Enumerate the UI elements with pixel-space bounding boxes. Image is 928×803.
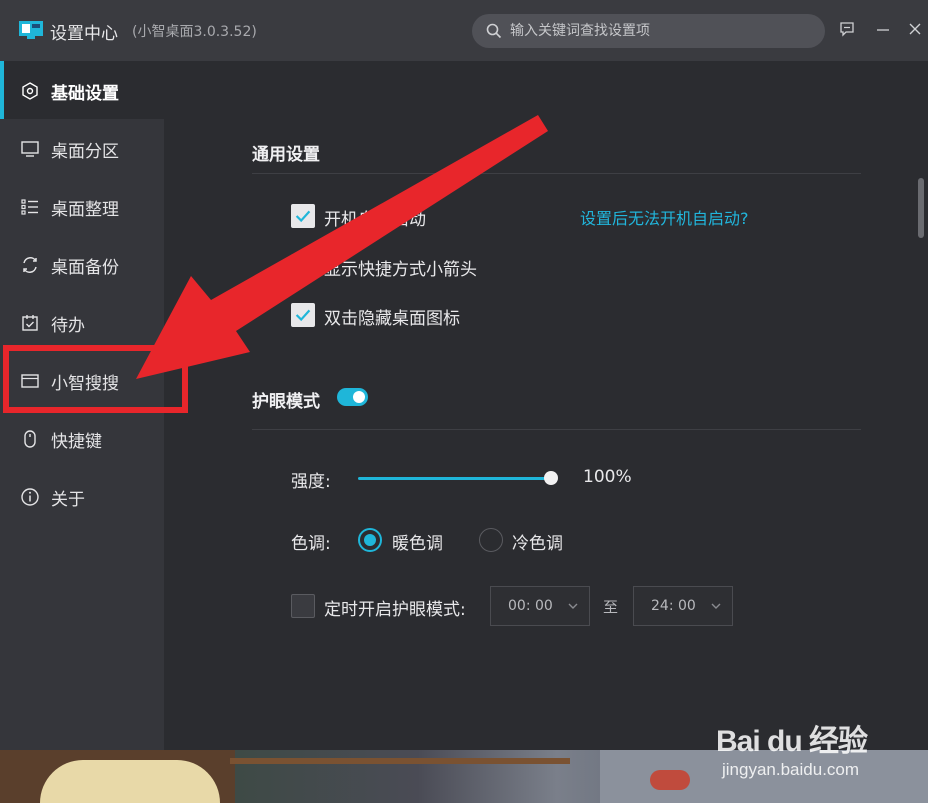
schedule-label: 定时开启护眼模式: bbox=[324, 600, 466, 620]
sidebar-item-label: 基础设置 bbox=[51, 84, 119, 104]
sidebar-item-basic-settings[interactable]: 基础设置 bbox=[0, 61, 164, 119]
strength-value: 100% bbox=[583, 467, 632, 487]
divider bbox=[252, 173, 861, 174]
calendar-check-icon bbox=[22, 315, 38, 331]
search-box[interactable] bbox=[472, 14, 825, 48]
start-time-select[interactable]: 00: 00 bbox=[490, 586, 590, 626]
sidebar-item-desktop-organize[interactable]: 桌面整理 bbox=[0, 177, 164, 235]
chevron-down-icon bbox=[568, 603, 578, 609]
sync-icon bbox=[23, 257, 37, 273]
cool-tone-label[interactable]: 冷色调 bbox=[512, 529, 563, 554]
settings-hex-icon bbox=[22, 82, 38, 100]
option-label: 显示快捷方式小箭头 bbox=[324, 260, 477, 280]
sidebar-item-label: 待办 bbox=[51, 316, 85, 336]
start-time-value: 00: 00 bbox=[508, 598, 553, 614]
wallpaper-detail bbox=[650, 770, 690, 790]
search-icon bbox=[486, 23, 502, 39]
sidebar-item-label: 桌面备份 bbox=[51, 258, 119, 278]
radio-warm-tone[interactable] bbox=[358, 528, 382, 552]
help-link[interactable]: 设置后无法开机自启动? bbox=[580, 205, 749, 229]
end-time-value: 24: 00 bbox=[651, 598, 696, 614]
warm-tone-label[interactable]: 暖色调 bbox=[392, 529, 443, 554]
title-bar: 设置中心 (小智桌面3.0.3.52) bbox=[0, 0, 928, 61]
sidebar-item-label: 桌面分区 bbox=[51, 142, 119, 162]
main-panel: 通用设置 开机自动启动 设置后无法开机自启动? 显示快捷方式小箭头 双击隐藏桌面… bbox=[164, 61, 928, 750]
end-time-select[interactable]: 24: 00 bbox=[633, 586, 733, 626]
radio-cool-tone[interactable] bbox=[479, 528, 503, 552]
baidu-watermark: Bai du 经验 jingyan.baidu.com bbox=[710, 706, 920, 786]
checkmark-icon bbox=[295, 210, 311, 223]
window-title: 设置中心 bbox=[50, 24, 118, 44]
to-label: 至 bbox=[603, 598, 619, 616]
sidebar-item-desktop-partition[interactable]: 桌面分区 bbox=[0, 119, 164, 177]
sidebar-item-about[interactable]: 关于 bbox=[0, 467, 164, 525]
watermark-url: jingyan.baidu.com bbox=[722, 760, 860, 779]
option-label: 开机自动启动 bbox=[324, 210, 426, 230]
section-title-general: 通用设置 bbox=[252, 145, 320, 165]
window-icon bbox=[21, 374, 39, 388]
option-label: 双击隐藏桌面图标 bbox=[324, 309, 460, 329]
app-logo-icon bbox=[19, 21, 43, 39]
sidebar: 基础设置 桌面分区 桌面整理 桌面备份 待办 小智搜搜 快捷键 关于 bbox=[0, 61, 164, 750]
app-version: (小智桌面3.0.3.52) bbox=[132, 24, 257, 40]
tone-label: 色调: bbox=[291, 534, 331, 554]
scrollbar-thumb[interactable] bbox=[918, 178, 924, 238]
minimize-icon[interactable] bbox=[874, 20, 892, 38]
strength-slider-track[interactable] bbox=[358, 477, 551, 480]
wallpaper-detail bbox=[230, 758, 570, 764]
list-icon bbox=[21, 199, 38, 215]
sidebar-item-desktop-backup[interactable]: 桌面备份 bbox=[0, 235, 164, 293]
feedback-icon[interactable] bbox=[838, 20, 856, 38]
sidebar-item-label: 快捷键 bbox=[51, 432, 102, 452]
search-input[interactable] bbox=[510, 14, 810, 48]
mouse-icon bbox=[24, 430, 36, 448]
checkbox-auto-start[interactable] bbox=[291, 204, 315, 228]
wallpaper-detail bbox=[40, 760, 220, 803]
monitor-icon bbox=[21, 141, 39, 157]
sidebar-item-shortcuts[interactable]: 快捷键 bbox=[0, 409, 164, 467]
info-icon bbox=[21, 488, 39, 506]
watermark-brand: Bai du 经验 bbox=[716, 725, 868, 758]
chevron-down-icon bbox=[711, 603, 721, 609]
eye-care-toggle[interactable] bbox=[337, 388, 368, 406]
sidebar-item-label: 小智搜搜 bbox=[51, 374, 119, 394]
sidebar-item-label: 关于 bbox=[51, 490, 85, 510]
checkbox-shortcut-arrow[interactable] bbox=[291, 254, 315, 278]
sidebar-item-xiaozhi-search[interactable]: 小智搜搜 bbox=[0, 351, 164, 409]
sidebar-item-todo[interactable]: 待办 bbox=[0, 293, 164, 351]
checkbox-schedule[interactable] bbox=[291, 594, 315, 618]
section-title-eye-care: 护眼模式 bbox=[252, 392, 320, 412]
checkmark-icon bbox=[295, 309, 311, 322]
checkbox-double-click-hide[interactable] bbox=[291, 303, 315, 327]
close-icon[interactable] bbox=[906, 20, 924, 38]
strength-slider-thumb[interactable] bbox=[544, 471, 558, 485]
divider bbox=[252, 429, 861, 430]
strength-label: 强度: bbox=[291, 472, 331, 492]
sidebar-item-label: 桌面整理 bbox=[51, 200, 119, 220]
